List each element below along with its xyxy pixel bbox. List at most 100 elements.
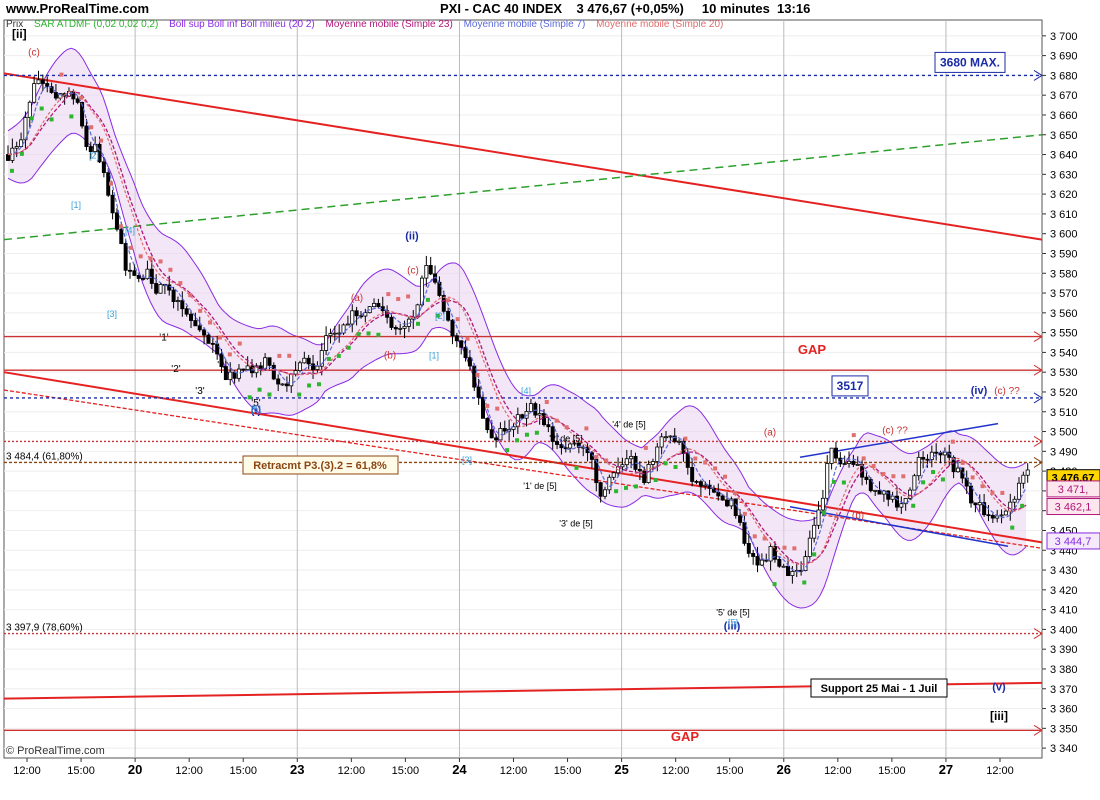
candle-body — [921, 456, 926, 460]
y-tick-label: 3 410 — [1050, 605, 1078, 617]
candle-body — [777, 558, 782, 567]
wave-label: (v) — [992, 682, 1006, 694]
support-label: Support 25 Mai - 1 Juil — [821, 683, 938, 695]
sar-dot — [822, 510, 827, 515]
sar-dot — [960, 460, 965, 465]
x-tick-label: 15:00 — [67, 765, 95, 777]
sar-dot — [366, 331, 371, 336]
candle-body — [428, 265, 433, 275]
sar-dot — [208, 320, 213, 325]
x-tick-label: 12:00 — [175, 765, 203, 777]
wave-label: '2' — [171, 364, 180, 375]
candle-body — [132, 270, 137, 276]
candle-body — [720, 495, 725, 501]
candle-body — [790, 570, 795, 576]
y-tick-label: 3 620 — [1050, 189, 1078, 201]
candle-body — [733, 498, 738, 517]
sar-dot — [59, 72, 64, 77]
y-tick-label: 3 350 — [1050, 723, 1078, 735]
sar-dot — [356, 332, 361, 337]
wave-label: '1' — [159, 333, 168, 344]
sar-dot — [594, 455, 599, 460]
x-tick-label: 12:00 — [824, 765, 852, 777]
sar-dot — [188, 293, 193, 298]
y-tick-label: 3 580 — [1050, 268, 1078, 280]
sar-dot — [316, 382, 321, 387]
indicator-legend: Prix SAR ATDMF (0,02 0,02 0,2) Boll sup … — [6, 19, 731, 33]
sar-dot — [1000, 490, 1005, 495]
y-tick-label: 3 560 — [1050, 308, 1078, 320]
sar-dot — [346, 345, 351, 350]
y-tick-label: 3 510 — [1050, 407, 1078, 419]
wave-label: [1] — [429, 350, 439, 360]
sar-dot — [980, 484, 985, 489]
candle-body — [533, 403, 538, 416]
sar-dot — [138, 254, 143, 259]
sar-dot — [307, 383, 312, 388]
candle-body — [738, 515, 743, 523]
y-tick-label: 3 700 — [1050, 31, 1078, 43]
candle-body — [293, 370, 298, 375]
candle-body — [40, 79, 45, 84]
wave-label: [5] — [728, 617, 738, 627]
candle-body — [197, 325, 202, 331]
candle-body — [1021, 474, 1026, 484]
candle-body — [398, 327, 403, 330]
candle-body — [1003, 510, 1008, 516]
sar-dot — [693, 456, 698, 461]
legend-ma20: Moyenne mobile (Simple 20) — [596, 19, 724, 30]
sar-dot — [505, 448, 510, 453]
sar-dot — [554, 418, 559, 423]
sar-dot — [614, 489, 619, 494]
sar-dot — [297, 392, 302, 397]
candle-body — [328, 333, 333, 337]
wave-label: (c) ?? — [882, 426, 908, 437]
x-tick-label: 26 — [777, 762, 791, 777]
copyright-text: © ProRealTime.com — [6, 745, 105, 757]
candle-body — [193, 320, 198, 327]
price-badge-label: 3 471, — [1058, 484, 1089, 496]
sar-dot — [643, 445, 648, 450]
y-tick-label: 3 570 — [1050, 288, 1078, 300]
sar-dot — [416, 321, 421, 326]
candle-body — [690, 467, 695, 482]
candle-body — [916, 456, 921, 477]
candle-body — [833, 447, 838, 459]
sar-dot — [990, 490, 995, 495]
sar-dot — [713, 466, 718, 471]
sar-dot — [723, 474, 728, 479]
sar-dot — [376, 332, 381, 337]
candle-body — [354, 310, 359, 317]
wave-label: (a) — [764, 427, 776, 438]
sar-dot — [168, 267, 173, 272]
candle-body — [271, 364, 276, 380]
candle-body — [53, 92, 58, 99]
sar-dot — [931, 470, 936, 475]
x-tick-label: 12:00 — [13, 765, 41, 777]
candle-body — [725, 499, 730, 507]
y-tick-label: 3 640 — [1050, 150, 1078, 162]
wave-label: [4] — [521, 386, 531, 396]
site-url: www.ProRealTime.com — [6, 1, 150, 16]
candle-body — [19, 139, 24, 147]
legend-bollinger: Boll sup Boll inf Boll milieu (20 2) — [169, 19, 315, 30]
sar-dot — [544, 399, 549, 404]
candle-body — [934, 451, 939, 454]
x-axis: 12:00 15:00 20 12:00 15:00 23 12:00 15:00 24 12:0… — [13, 758, 1014, 777]
candle-body — [899, 503, 904, 508]
max-label: 3680 MAX. — [940, 55, 1000, 69]
candle-body — [847, 460, 852, 464]
candle-body — [123, 243, 128, 271]
wave-label: '4' de [5] — [612, 420, 645, 430]
candle-body — [485, 417, 490, 431]
candle-body — [624, 458, 629, 466]
sar-dot — [396, 297, 401, 302]
candle-body — [236, 368, 241, 379]
wave-label: (c) — [28, 48, 40, 59]
sar-dot — [950, 439, 955, 444]
candle-body — [842, 463, 847, 465]
candle-body — [873, 489, 878, 492]
candle-body — [611, 472, 616, 478]
candle-body — [851, 460, 856, 465]
wave-label: (c) — [407, 265, 419, 276]
